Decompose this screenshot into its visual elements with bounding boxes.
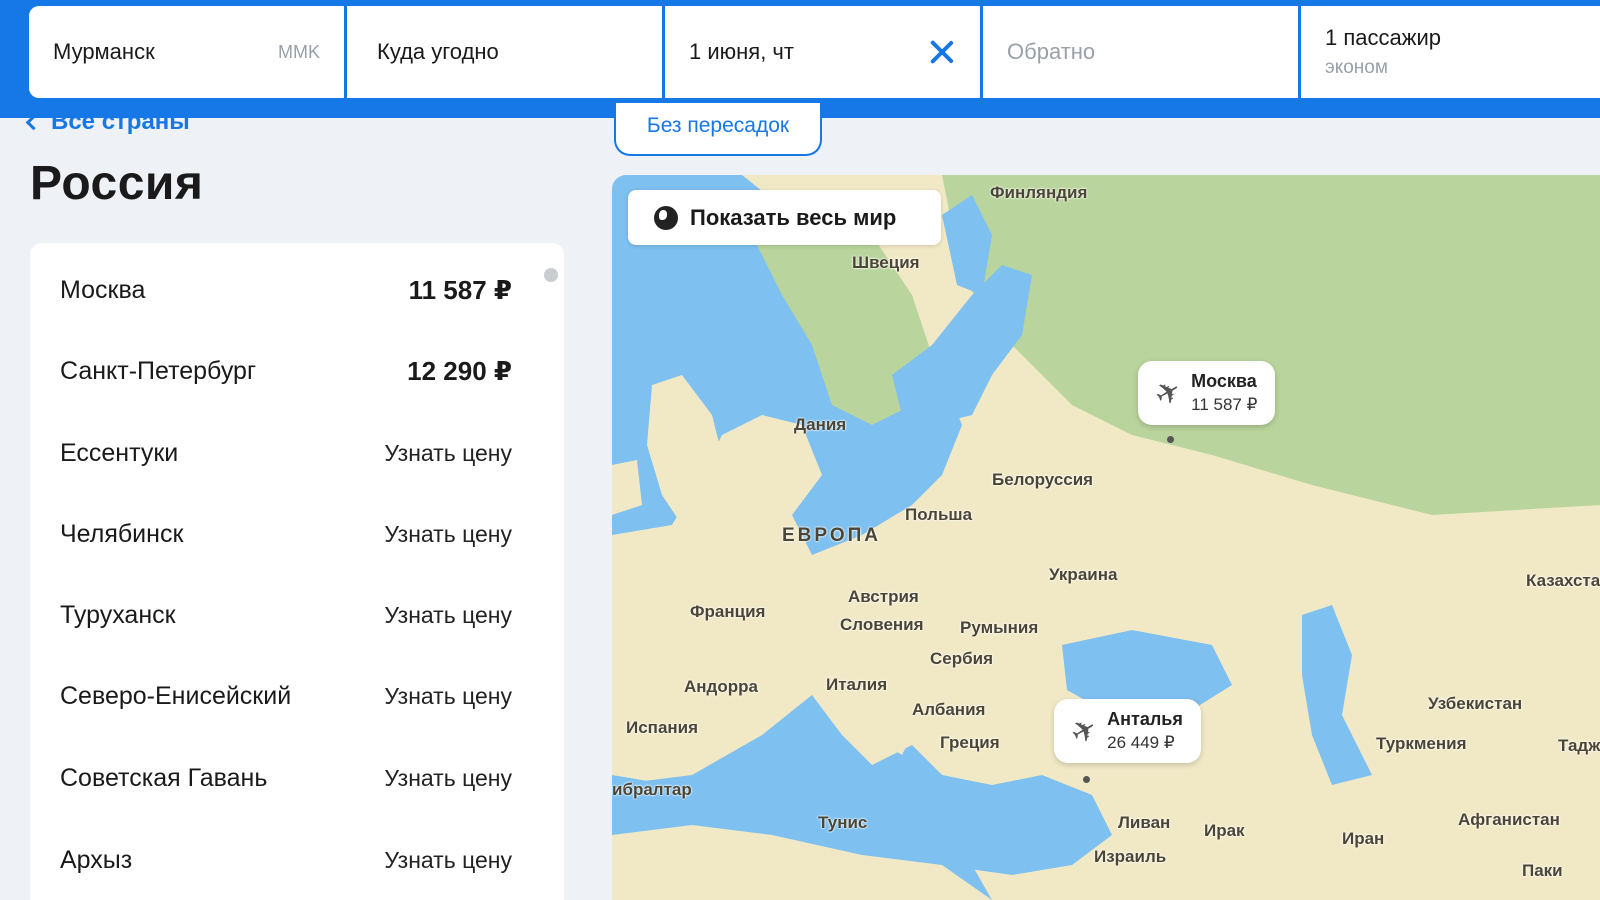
map-label: Дания: [794, 415, 847, 434]
destination-list: Москва 11 587 ₽ Санкт-Петербург 12 290 ₽…: [30, 243, 564, 900]
city-price: 12 290 ₽: [407, 355, 512, 386]
pin-price: 11 587 ₽: [1191, 395, 1258, 414]
map-label: Италия: [826, 675, 888, 694]
list-item[interactable]: Туруханск Узнать цену: [60, 595, 512, 635]
scrollbar[interactable]: [544, 268, 558, 282]
all-countries-link[interactable]: Все страны: [25, 108, 190, 136]
pin-city: Анталья: [1107, 709, 1183, 729]
map-label: Франция: [690, 602, 766, 621]
map-label: Австрия: [848, 587, 919, 606]
list-item[interactable]: Северо-Енисейский Узнать цену: [60, 676, 512, 716]
map-label: Тунис: [818, 813, 868, 832]
depart-date-field[interactable]: 1 июня, чт: [665, 6, 980, 98]
search-bar: Мурманск MMK Куда угодно 1 июня, чт Обра…: [0, 0, 1600, 118]
map-label: Сербия: [930, 649, 993, 668]
map-terrain: [612, 175, 1600, 900]
map-pin-moscow[interactable]: ✈ Москва 11 587 ₽: [1138, 361, 1276, 425]
origin-field[interactable]: Мурманск MMK: [29, 6, 344, 98]
map-label: Албания: [912, 700, 986, 719]
passengers-field[interactable]: 1 пассажир эконом: [1301, 6, 1600, 98]
chevron-left-icon: [25, 114, 42, 130]
pin-city: Москва: [1191, 371, 1257, 391]
return-date-field[interactable]: Обратно: [983, 6, 1298, 98]
list-item[interactable]: Советская Гавань Узнать цену: [60, 758, 512, 798]
map-label: Ирак: [1204, 821, 1245, 840]
show-world-button[interactable]: Показать весь мир: [628, 190, 941, 245]
map-label: Израиль: [1094, 847, 1167, 866]
map-label: Украина: [1049, 565, 1118, 584]
map-label: Иран: [1342, 829, 1385, 848]
origin-city: Мурманск: [53, 39, 155, 64]
city-name: Москва: [60, 275, 146, 304]
destination-field[interactable]: Куда угодно: [347, 6, 662, 98]
city-name: Советская Гавань: [60, 763, 268, 792]
list-item[interactable]: Москва 11 587 ₽: [60, 270, 512, 310]
show-world-label: Показать весь мир: [690, 204, 897, 230]
check-price-link[interactable]: Узнать цену: [384, 847, 512, 874]
city-name: Челябинск: [60, 519, 184, 548]
pin-price: 26 449 ₽: [1107, 733, 1175, 752]
city-name: Северо-Енисейский: [60, 681, 292, 710]
nonstop-filter-button[interactable]: Без пересадок: [614, 103, 822, 156]
map-label: Польша: [905, 505, 973, 524]
city-dot: [1167, 436, 1174, 443]
map-label: Финляндия: [990, 183, 1088, 202]
city-name: Ессентуки: [60, 438, 179, 467]
map-label: Афганистан: [1458, 810, 1560, 829]
list-item[interactable]: Ессентуки Узнать цену: [60, 433, 512, 473]
city-name: Туруханск: [60, 600, 176, 629]
map-label: Словения: [840, 615, 924, 634]
list-item[interactable]: Челябинск Узнать цену: [60, 514, 512, 554]
map-label: Тадж: [1558, 736, 1600, 755]
map-pin-antalya[interactable]: ✈ Анталья 26 449 ₽: [1054, 699, 1201, 763]
check-price-link[interactable]: Узнать цену: [384, 440, 512, 467]
page-title: Россия: [30, 157, 204, 210]
passengers-count: 1 пассажир: [1325, 25, 1441, 50]
depart-date-value: 1 июня, чт: [689, 39, 794, 64]
check-price-link[interactable]: Узнать цену: [384, 602, 512, 629]
globe-icon: [654, 205, 678, 230]
map-label: Румыния: [960, 618, 1039, 637]
city-name: Архыз: [60, 845, 133, 874]
map-label: ЕВРОПА: [782, 525, 881, 546]
city-price: 11 587 ₽: [408, 274, 512, 305]
map-label: Ливан: [1118, 813, 1171, 832]
city-dot: [1083, 776, 1090, 783]
map-label: Андорра: [684, 677, 758, 696]
map-label: Паки: [1522, 861, 1563, 880]
list-item[interactable]: Санкт-Петербург 12 290 ₽: [60, 351, 512, 391]
destination-value: Куда угодно: [377, 39, 499, 64]
map-label: Швеция: [852, 253, 920, 272]
check-price-link[interactable]: Узнать цену: [384, 683, 512, 710]
list-item[interactable]: Архыз Узнать цену: [60, 840, 512, 880]
airplane-icon: ✈: [1149, 372, 1188, 414]
destinations-map[interactable]: Показать весь мир Финляндия Швеция Дания…: [612, 175, 1600, 900]
origin-code: MMK: [278, 41, 320, 62]
map-label: Казахста: [1526, 571, 1600, 590]
map-label: ибралтар: [612, 780, 692, 799]
city-name: Санкт-Петербург: [60, 356, 257, 385]
map-label: Узбекистан: [1428, 694, 1523, 713]
airplane-icon: ✈: [1065, 710, 1104, 752]
clear-date-icon[interactable]: [928, 38, 956, 66]
map-label: Испания: [626, 718, 699, 737]
back-link-label: Все страны: [51, 108, 190, 135]
return-placeholder: Обратно: [1007, 39, 1096, 64]
check-price-link[interactable]: Узнать цену: [384, 765, 512, 792]
cabin-class: эконом: [1325, 57, 1388, 78]
map-label: Греция: [940, 733, 1000, 752]
map-label: Туркмения: [1376, 734, 1467, 753]
map-label: Белоруссия: [992, 470, 1094, 489]
check-price-link[interactable]: Узнать цену: [384, 521, 512, 548]
